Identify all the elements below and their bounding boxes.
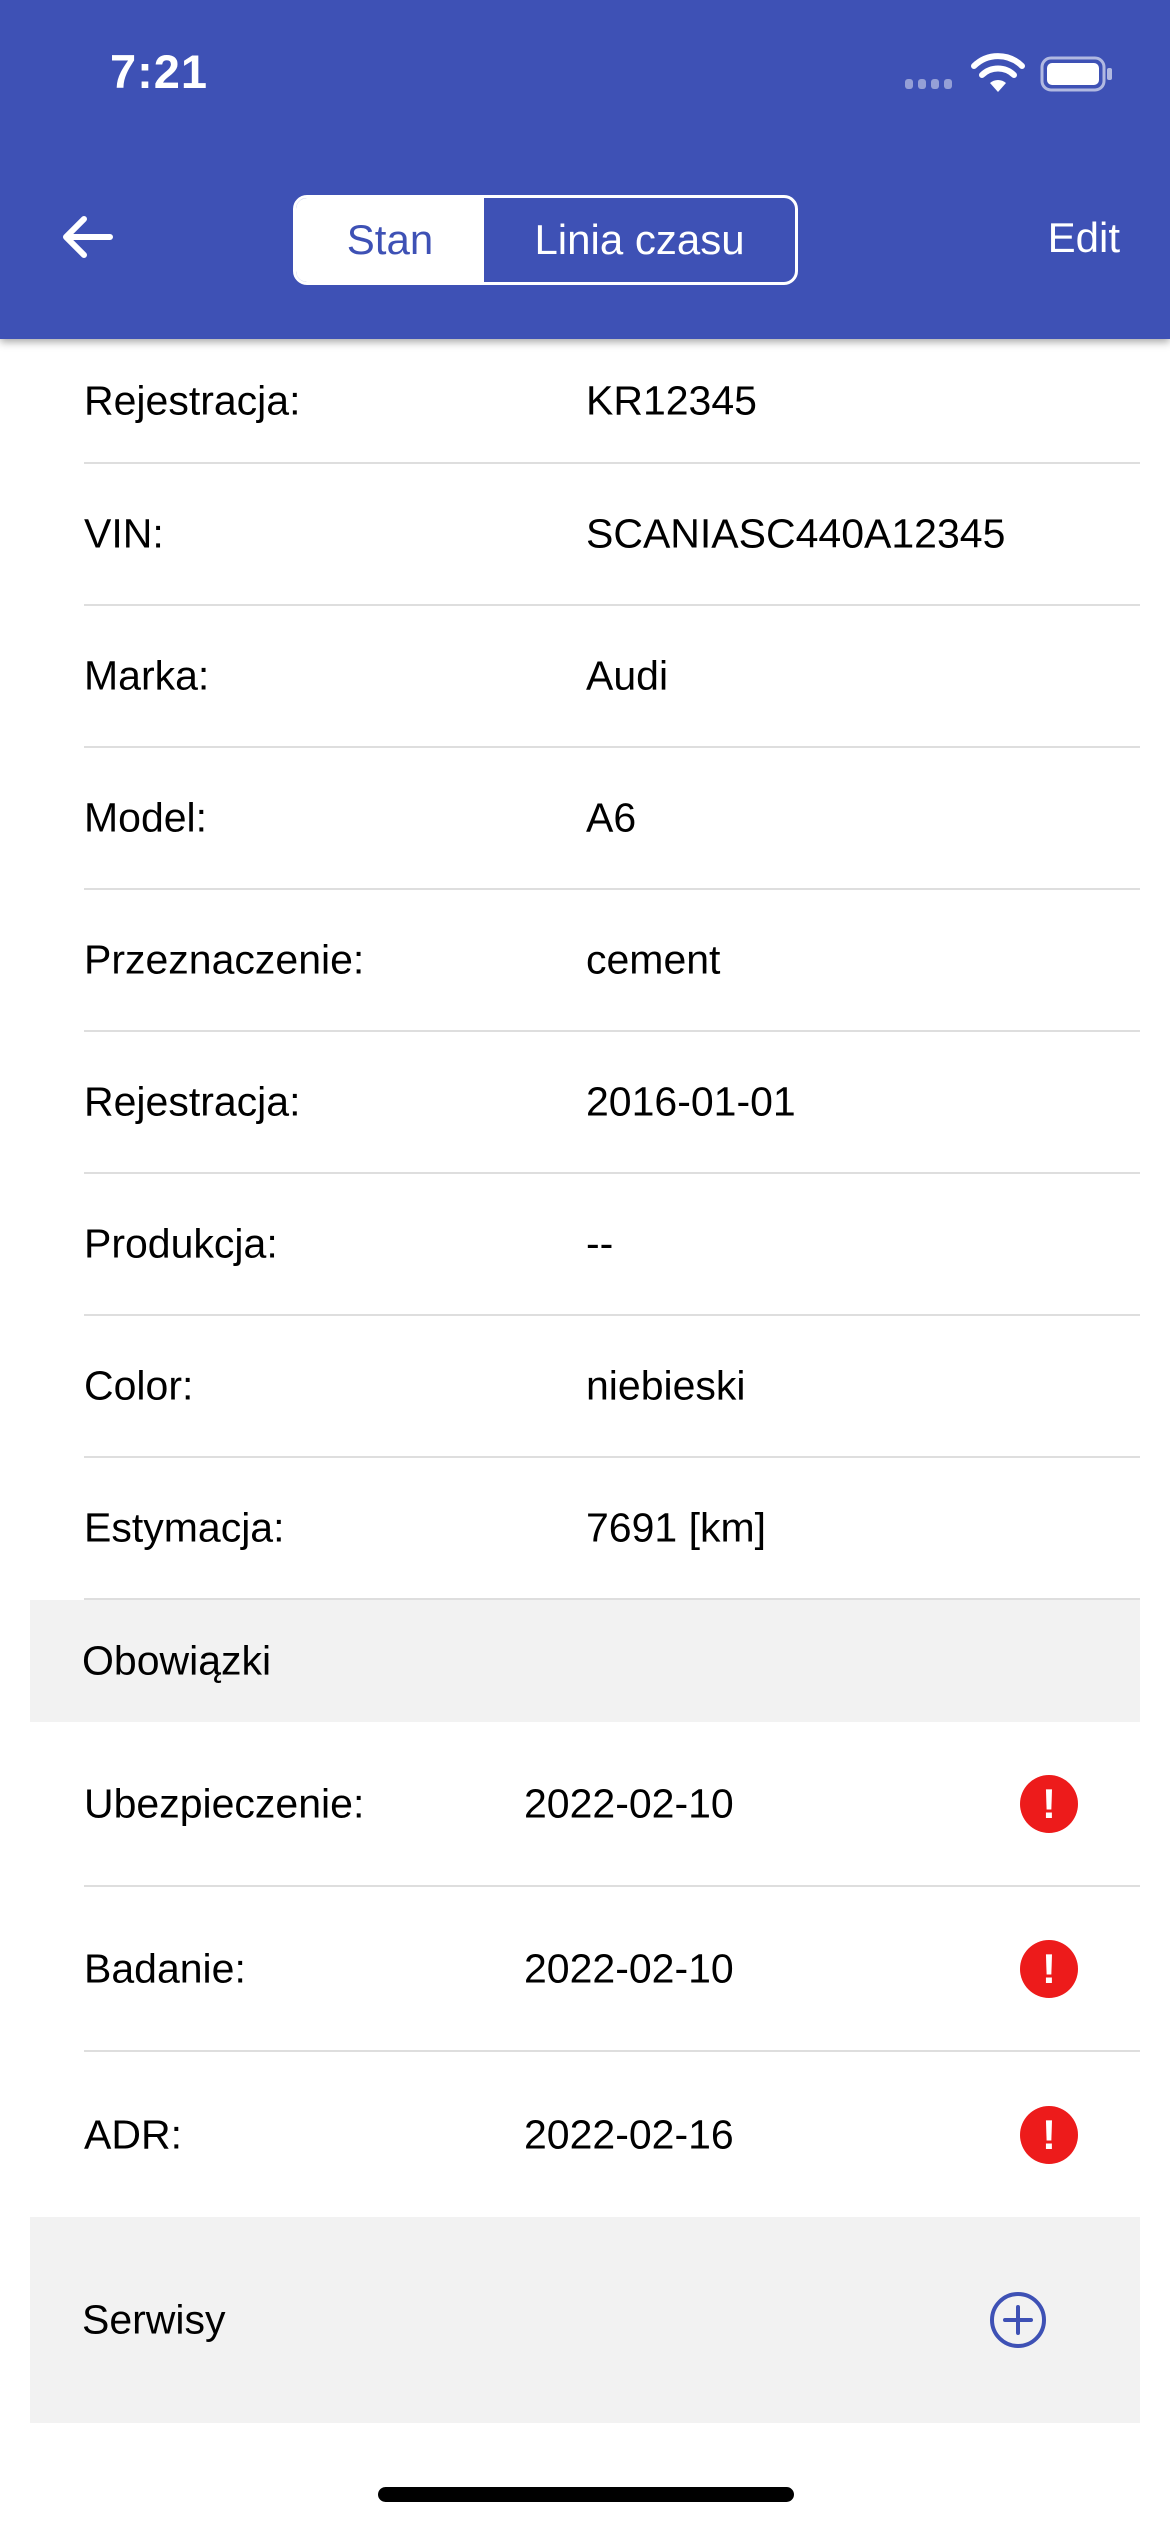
detail-value: A6 [586,794,637,841]
vehicle-details-list: Rejestracja: KR12345 VIN: SCANIASC440A12… [0,339,1170,2423]
detail-row-model: Model: A6 [84,748,1140,890]
tab-linia-czasu[interactable]: Linia czasu [484,198,795,282]
detail-label: Przeznaczenie: [84,936,365,983]
cellular-signal-icon [905,79,955,93]
home-indicator[interactable] [378,2487,794,2502]
detail-label: Model: [84,794,208,841]
detail-value: SCANIASC440A12345 [586,510,1006,557]
detail-row-vin: VIN: SCANIASC440A12345 [84,464,1140,606]
detail-value: niebieski [586,1362,746,1409]
detail-row-registration: Rejestracja: KR12345 [84,339,1140,464]
detail-label: Rejestracja: [84,377,301,423]
obligation-row-inspection[interactable]: Badanie: 2022-02-10 ! [84,1887,1140,2052]
services-section-header: Serwisy [30,2217,1140,2423]
view-segmented-control: Stan Linia czasu [293,195,798,285]
detail-row-production: Produkcja: -- [84,1174,1140,1316]
detail-label: Produkcja: [84,1220,278,1267]
detail-value: 2016-01-01 [586,1078,796,1125]
back-button[interactable] [58,207,118,267]
detail-row-purpose: Przeznaczenie: cement [84,890,1140,1032]
detail-row-brand: Marka: Audi [84,606,1140,748]
detail-label: Estymacja: [84,1504,285,1551]
detail-row-color: Color: niebieski [84,1316,1140,1458]
detail-row-estimation: Estymacja: 7691 [km] [84,1458,1140,1600]
detail-label: Rejestracja: [84,1078,301,1125]
obligation-label: ADR: [84,2111,182,2157]
obligation-date: 2022-02-10 [524,1780,734,1826]
wifi-icon [971,53,1025,92]
obligation-date: 2022-02-16 [524,2111,734,2157]
add-service-button[interactable] [988,2290,1048,2350]
detail-row-registration-date: Rejestracja: 2016-01-01 [84,1032,1140,1174]
detail-value: Audi [586,652,669,699]
status-time: 7:21 [110,45,209,98]
arrow-left-icon [63,216,113,258]
section-title: Serwisy [82,2296,226,2343]
detail-value: KR12345 [586,377,757,423]
tab-stan[interactable]: Stan [296,198,484,282]
detail-label: Color: [84,1362,194,1409]
detail-value: 7691 [km] [586,1504,767,1551]
detail-label: VIN: [84,510,164,557]
obligation-label: Ubezpieczenie: [84,1780,365,1826]
alert-icon: ! [1020,1939,1078,1998]
section-title: Obowiązki [82,1637,272,1684]
obligation-row-adr[interactable]: ADR: 2022-02-16 ! [84,2052,1140,2217]
detail-value: -- [586,1220,614,1267]
alert-icon: ! [1020,2105,1078,2164]
edit-button[interactable]: Edit [1048,214,1120,262]
alert-icon: ! [1020,1774,1078,1833]
obligation-row-insurance[interactable]: Ubezpieczenie: 2022-02-10 ! [84,1722,1140,1887]
obligation-label: Badanie: [84,1945,246,1991]
detail-value: cement [586,936,721,983]
obligations-section-header: Obowiązki [30,1600,1140,1722]
detail-label: Marka: [84,652,210,699]
obligation-date: 2022-02-10 [524,1945,734,1991]
navigation-header: 7:21 Stan Linia czasu Edit [0,0,1170,339]
battery-icon [1040,56,1112,92]
